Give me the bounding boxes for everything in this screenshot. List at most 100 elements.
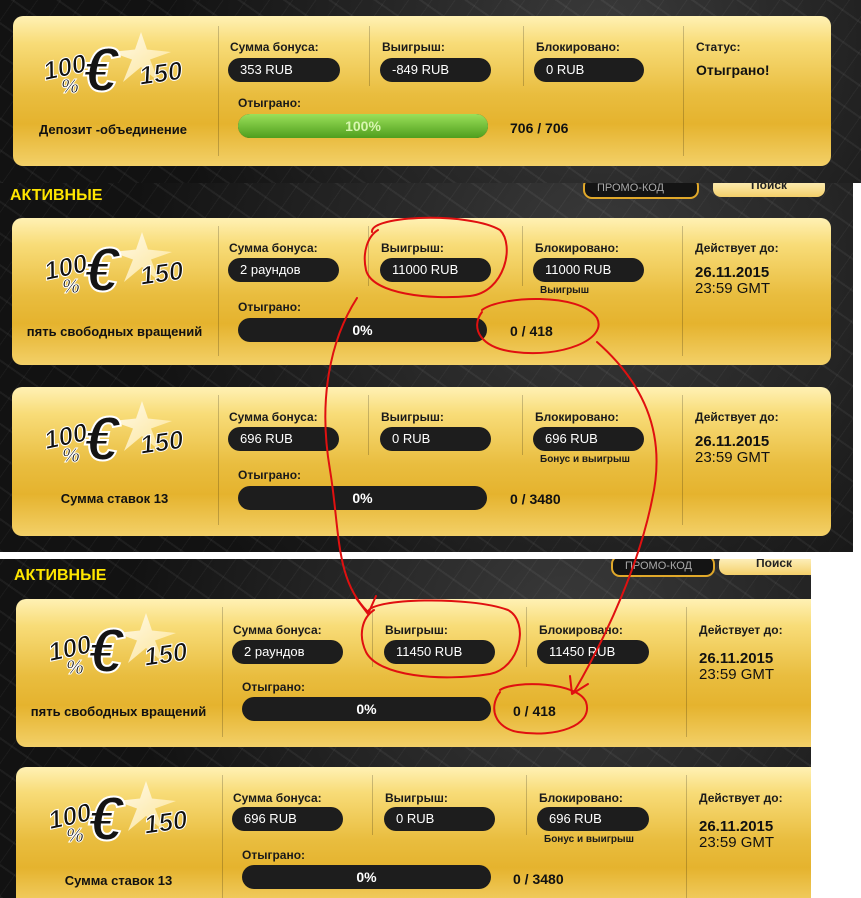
- played-label: Отыграно:: [238, 96, 302, 110]
- valid-until-time: 23:59 GMT: [699, 834, 775, 851]
- column-divider: [368, 226, 369, 286]
- valid-until-date: 26.11.2015: [699, 818, 774, 835]
- blocked-label: Блокировано:: [536, 40, 620, 54]
- played-label: Отыграно:: [238, 300, 302, 314]
- bonus-name: пять свободных вращений: [26, 324, 203, 339]
- bonus-card: 100% €150 пять свободных вращений Сумма б…: [16, 599, 811, 747]
- bonus-logo: 100% €150: [33, 32, 193, 116]
- bonus-logo: 100% €150: [38, 781, 198, 865]
- played-label: Отыграно:: [238, 468, 302, 482]
- section-title: АКТИВНЫЕ: [14, 567, 107, 584]
- column-divider: [522, 395, 523, 455]
- search-button[interactable]: Поиск: [719, 559, 811, 575]
- screenshot-panel-completed: 100% €150 Депозит -объединение Сумма бону…: [0, 0, 861, 183]
- column-divider: [369, 26, 370, 86]
- column-divider: [526, 607, 527, 667]
- valid-until-value: 26.11.2015 23:59 GMT: [695, 434, 770, 466]
- section-title: АКТИВНЫЕ: [10, 187, 103, 204]
- wager-counter: 0 / 3480: [513, 871, 564, 887]
- valid-until-label: Действует до:: [699, 623, 783, 637]
- status-value: Отыграно!: [696, 62, 770, 78]
- valid-until-time: 23:59 GMT: [695, 280, 771, 297]
- bonus-amount-value: 2 раундов: [228, 258, 339, 282]
- progress-percent: 100%: [345, 118, 381, 134]
- valid-until-label: Действует до:: [695, 410, 779, 424]
- column-divider: [686, 607, 687, 737]
- blocked-note: Выигрыш: [540, 285, 590, 296]
- bonus-name: пять свободных вращений: [30, 704, 207, 719]
- win-label: Выигрыш:: [385, 791, 448, 805]
- bonus-amount-value: 353 RUB: [228, 58, 340, 82]
- search-button[interactable]: Поиск: [713, 183, 825, 197]
- played-label: Отыграно:: [242, 848, 306, 862]
- win-value: 11000 RUB: [380, 258, 491, 282]
- blocked-value: 11450 RUB: [537, 640, 649, 664]
- column-divider: [372, 775, 373, 835]
- column-divider: [522, 226, 523, 286]
- valid-until-value: 26.11.2015 23:59 GMT: [699, 651, 774, 683]
- valid-until-value: 26.11.2015 23:59 GMT: [699, 819, 774, 851]
- promo-code-input[interactable]: ПРОМО-КОД: [583, 183, 699, 199]
- blocked-value: 696 RUB: [537, 807, 649, 831]
- bonus-logo: 100% €150: [34, 401, 194, 485]
- progress-percent: 0%: [356, 701, 377, 717]
- bonus-amount-value: 696 RUB: [228, 427, 339, 451]
- bonus-amount-label: Сумма бонуса:: [233, 623, 322, 637]
- wager-counter: 0 / 3480: [510, 491, 561, 507]
- win-label: Выигрыш:: [382, 40, 445, 54]
- bonus-card: 100% €150 пять свободных вращений Сумма б…: [12, 218, 831, 365]
- column-divider: [523, 26, 524, 86]
- column-divider: [682, 226, 683, 356]
- win-value: -849 RUB: [380, 58, 491, 82]
- column-divider: [218, 226, 219, 356]
- column-divider: [372, 607, 373, 667]
- screenshot-panel-active-1: АКТИВНЫЕ ПРОМО-КОД Поиск 100% €150 пять с…: [0, 183, 853, 552]
- promo-code-input[interactable]: ПРОМО-КОД: [611, 559, 715, 577]
- win-value: 11450 RUB: [384, 640, 495, 664]
- column-divider: [683, 26, 684, 156]
- bonus-name: Депозит -объединение: [39, 122, 187, 137]
- valid-until-label: Действует до:: [699, 791, 783, 805]
- column-divider: [222, 775, 223, 898]
- blocked-label: Блокировано:: [539, 623, 623, 637]
- win-label: Выигрыш:: [381, 410, 444, 424]
- column-divider: [368, 395, 369, 455]
- win-value: 0 RUB: [380, 427, 491, 451]
- valid-until-date: 26.11.2015: [695, 433, 770, 450]
- bonus-logo: 100% €150: [34, 232, 194, 316]
- blocked-value: 0 RUB: [534, 58, 644, 82]
- progress-percent: 0%: [352, 322, 373, 338]
- wager-counter: 0 / 418: [513, 703, 556, 719]
- blocked-label: Блокировано:: [539, 791, 623, 805]
- wagering-progress-bar: 0%: [238, 486, 487, 510]
- win-label: Выигрыш:: [385, 623, 448, 637]
- bonus-card-completed: 100% €150 Депозит -объединение Сумма бону…: [13, 16, 831, 166]
- bonus-amount-label: Сумма бонуса:: [233, 791, 322, 805]
- wagering-progress-bar: 100%: [238, 114, 488, 138]
- valid-until-time: 23:59 GMT: [699, 666, 775, 683]
- column-divider: [222, 607, 223, 737]
- win-value: 0 RUB: [384, 807, 495, 831]
- bonus-amount-label: Сумма бонуса:: [229, 410, 318, 424]
- valid-until-date: 26.11.2015: [699, 650, 774, 667]
- column-divider: [682, 395, 683, 525]
- bonus-logo: 100% €150: [38, 613, 198, 697]
- progress-percent: 0%: [356, 869, 377, 885]
- wagering-progress-bar: 0%: [242, 697, 491, 721]
- wager-counter: 0 / 418: [510, 323, 553, 339]
- valid-until-date: 26.11.2015: [695, 264, 770, 281]
- valid-until-time: 23:59 GMT: [695, 449, 771, 466]
- bonus-card: 100% €150 Сумма ставок 13 Сумма бонуса: 6…: [12, 387, 831, 536]
- blocked-label: Блокировано:: [535, 241, 619, 255]
- screenshot-panel-active-2: АКТИВНЫЕ ПРОМО-КОД Поиск 100% €150 пять с…: [0, 559, 811, 898]
- blocked-value: 696 RUB: [533, 427, 644, 451]
- wagering-progress-bar: 0%: [238, 318, 487, 342]
- column-divider: [686, 775, 687, 898]
- progress-percent: 0%: [352, 490, 373, 506]
- valid-until-value: 26.11.2015 23:59 GMT: [695, 265, 770, 297]
- played-label: Отыграно:: [242, 680, 306, 694]
- blocked-label: Блокировано:: [535, 410, 619, 424]
- bonus-card: 100% €150 Сумма ставок 13 Сумма бонуса: 6…: [16, 767, 811, 898]
- column-divider: [526, 775, 527, 835]
- bonus-name: Сумма ставок 13: [64, 873, 173, 888]
